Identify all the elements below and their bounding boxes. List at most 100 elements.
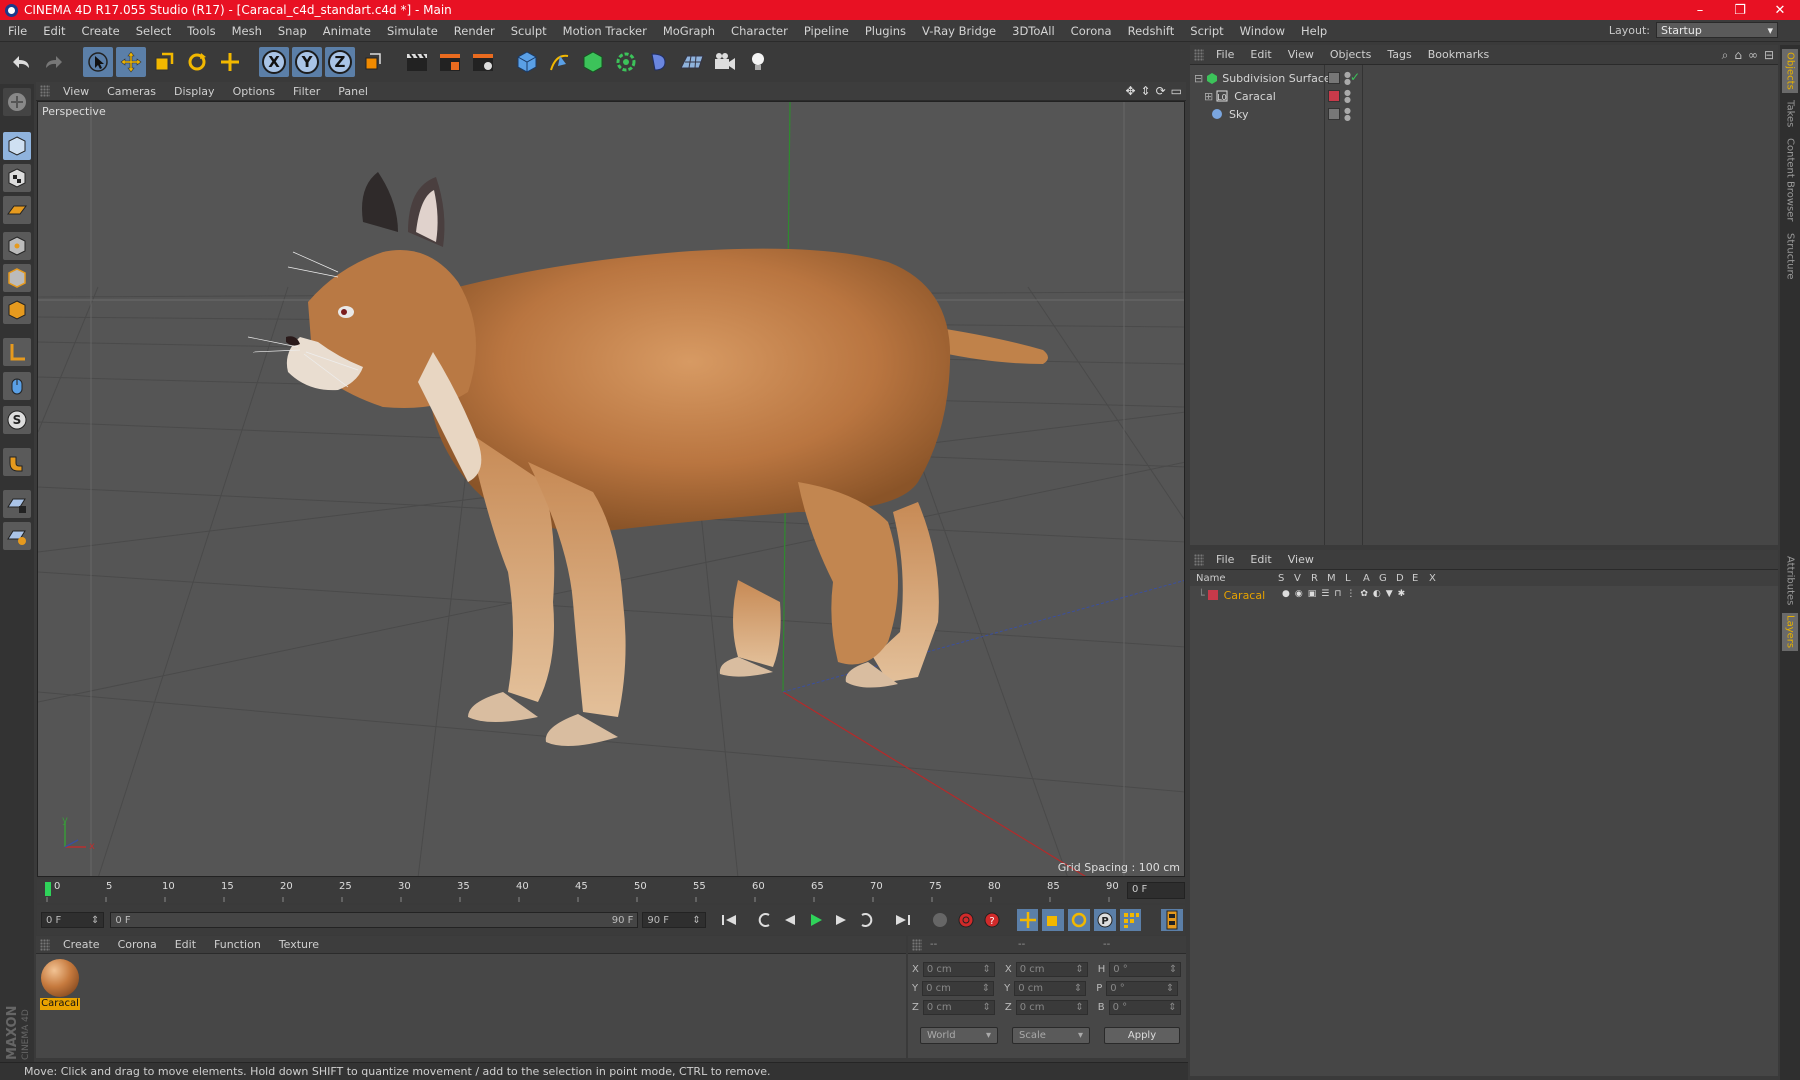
z-axis-lock-button[interactable]: Z bbox=[325, 47, 355, 77]
apply-button[interactable]: Apply bbox=[1104, 1027, 1180, 1044]
rotation-b-field[interactable]: 0 ° ⇕ bbox=[1108, 1000, 1181, 1015]
tab-objects[interactable]: Objects bbox=[1782, 49, 1798, 93]
rotation-h-field[interactable]: 0 ° ⇕ bbox=[1109, 962, 1182, 977]
transform-tool-button[interactable] bbox=[215, 47, 245, 77]
tab-structure[interactable]: Structure bbox=[1782, 229, 1798, 283]
live-selection-button[interactable] bbox=[83, 47, 113, 77]
object-menu-file[interactable]: File bbox=[1208, 48, 1242, 61]
layer-menu-view[interactable]: View bbox=[1280, 553, 1322, 566]
coordinate-mode-select[interactable]: World ▾ bbox=[920, 1027, 998, 1044]
record-parameter-button[interactable]: P bbox=[1093, 909, 1116, 931]
edit-render-settings-button[interactable] bbox=[468, 47, 498, 77]
menu-create[interactable]: Create bbox=[74, 24, 128, 38]
menu-3dtoall[interactable]: 3DToAll bbox=[1004, 24, 1063, 38]
menu-animate[interactable]: Animate bbox=[315, 24, 379, 38]
position-x-field[interactable]: 0 cm ⇕ bbox=[922, 962, 995, 977]
play-button[interactable] bbox=[805, 909, 827, 931]
object-menu-tags[interactable]: Tags bbox=[1379, 48, 1419, 61]
add-array-button[interactable] bbox=[611, 47, 641, 77]
next-frame-button[interactable] bbox=[831, 909, 853, 931]
material-menu-corona[interactable]: Corona bbox=[109, 938, 166, 951]
tab-content-browser[interactable]: Content Browser bbox=[1782, 135, 1798, 225]
add-deformer-button[interactable] bbox=[644, 47, 674, 77]
menu-vray-bridge[interactable]: V-Ray Bridge bbox=[914, 24, 1004, 38]
magnet-button[interactable] bbox=[3, 448, 31, 476]
texture-mode-button[interactable] bbox=[3, 164, 31, 192]
dolly-view-icon[interactable]: ⇕ bbox=[1141, 84, 1151, 98]
go-to-start-button[interactable] bbox=[718, 909, 740, 931]
current-frame-field[interactable]: 0 F bbox=[1127, 882, 1185, 899]
viewport-menu-view[interactable]: View bbox=[54, 85, 98, 98]
rotation-p-field[interactable]: 0 ° ⇕ bbox=[1106, 981, 1179, 996]
menu-edit[interactable]: Edit bbox=[35, 24, 73, 38]
record-scale-button[interactable] bbox=[1042, 909, 1065, 931]
visibility-dots-icon[interactable]: ● ● bbox=[1344, 107, 1351, 122]
next-key-button[interactable] bbox=[856, 909, 878, 931]
home-icon[interactable]: ⌂ bbox=[1734, 48, 1742, 63]
timeline-ruler[interactable]: 0 5 10 15 20 25 30 35 40 45 50 55 60 65 … bbox=[37, 879, 1185, 903]
make-editable-button[interactable] bbox=[3, 88, 31, 116]
rotate-view-icon[interactable]: ⟳ bbox=[1156, 84, 1166, 98]
visibility-dots-icon[interactable]: ● ● bbox=[1344, 89, 1351, 104]
add-floor-button[interactable] bbox=[677, 47, 707, 77]
size-y-field[interactable]: 0 cm ⇕ bbox=[1014, 981, 1087, 996]
material-menu-function[interactable]: Function bbox=[205, 938, 270, 951]
deformer-icon[interactable]: ◐ bbox=[1373, 589, 1381, 599]
eye-icon[interactable]: ◉ bbox=[1295, 589, 1303, 599]
size-x-field[interactable]: 0 cm ⇕ bbox=[1015, 962, 1088, 977]
menu-motion-tracker[interactable]: Motion Tracker bbox=[555, 24, 655, 38]
undo-button[interactable] bbox=[6, 47, 36, 77]
size-mode-select[interactable]: Scale ▾ bbox=[1012, 1027, 1090, 1044]
object-row[interactable]: ⊟ Subdivision Surface ● ● ✓ bbox=[1190, 69, 1778, 87]
layer-menu-edit[interactable]: Edit bbox=[1242, 553, 1279, 566]
menu-render[interactable]: Render bbox=[446, 24, 503, 38]
add-camera-button[interactable] bbox=[710, 47, 740, 77]
layer-tag-icon[interactable] bbox=[1328, 72, 1340, 84]
autokey-button[interactable] bbox=[955, 909, 977, 931]
coordinate-system-button[interactable] bbox=[358, 47, 388, 77]
manager-icon[interactable]: ☰ bbox=[1321, 589, 1329, 599]
tab-takes[interactable]: Takes bbox=[1782, 97, 1798, 131]
prev-frame-button[interactable] bbox=[779, 909, 801, 931]
3d-viewport[interactable]: Perspective y x Grid Spacing : 100 cm bbox=[37, 101, 1185, 877]
material-menu-create[interactable]: Create bbox=[54, 938, 109, 951]
menu-window[interactable]: Window bbox=[1232, 24, 1293, 38]
lock-icon[interactable]: ⊓ bbox=[1334, 589, 1341, 599]
lock-workplane-button[interactable] bbox=[3, 490, 31, 518]
object-menu-view[interactable]: View bbox=[1280, 48, 1322, 61]
record-pla-button[interactable] bbox=[1119, 909, 1142, 931]
menu-script[interactable]: Script bbox=[1182, 24, 1231, 38]
snapping-button[interactable]: S bbox=[3, 406, 31, 434]
add-spline-button[interactable] bbox=[545, 47, 575, 77]
prev-key-button[interactable] bbox=[753, 909, 775, 931]
timeline-window-button[interactable] bbox=[1161, 909, 1184, 931]
menu-tools[interactable]: Tools bbox=[179, 24, 223, 38]
object-menu-edit[interactable]: Edit bbox=[1242, 48, 1279, 61]
end-frame-field[interactable]: 90 F ⇕ bbox=[642, 912, 706, 928]
frame-range-slider[interactable]: 0 F 90 F bbox=[110, 912, 639, 928]
menu-simulate[interactable]: Simulate bbox=[379, 24, 446, 38]
maximize-button[interactable]: ❐ bbox=[1720, 0, 1760, 20]
xref-icon[interactable]: ✱ bbox=[1398, 589, 1406, 599]
record-rotation-button[interactable] bbox=[1068, 909, 1090, 931]
layout-select[interactable]: Startup ▾ bbox=[1656, 22, 1778, 38]
search-icon[interactable]: ⌕ bbox=[1722, 48, 1729, 63]
layer-color-swatch[interactable] bbox=[1328, 90, 1340, 102]
viewport-menu-options[interactable]: Options bbox=[224, 85, 284, 98]
model-mode-button[interactable] bbox=[3, 132, 31, 160]
enabled-check-icon[interactable]: ✓ bbox=[1350, 70, 1360, 84]
y-axis-lock-button[interactable]: Y bbox=[292, 47, 322, 77]
render-view-button[interactable] bbox=[402, 47, 432, 77]
collapse-icon[interactable]: ⊟ bbox=[1194, 72, 1203, 85]
pan-view-icon[interactable]: ✥ bbox=[1125, 84, 1135, 98]
record-position-button[interactable] bbox=[1016, 909, 1039, 931]
layer-menu-file[interactable]: File bbox=[1208, 553, 1242, 566]
menu-mograph[interactable]: MoGraph bbox=[655, 24, 723, 38]
minimize-button[interactable]: – bbox=[1680, 0, 1720, 20]
menu-corona[interactable]: Corona bbox=[1063, 24, 1120, 38]
render-to-picture-viewer-button[interactable] bbox=[435, 47, 465, 77]
rotate-tool-button[interactable] bbox=[182, 47, 212, 77]
axis-mode-button[interactable] bbox=[3, 338, 31, 366]
redo-button[interactable] bbox=[39, 47, 69, 77]
menu-file[interactable]: File bbox=[0, 24, 35, 38]
